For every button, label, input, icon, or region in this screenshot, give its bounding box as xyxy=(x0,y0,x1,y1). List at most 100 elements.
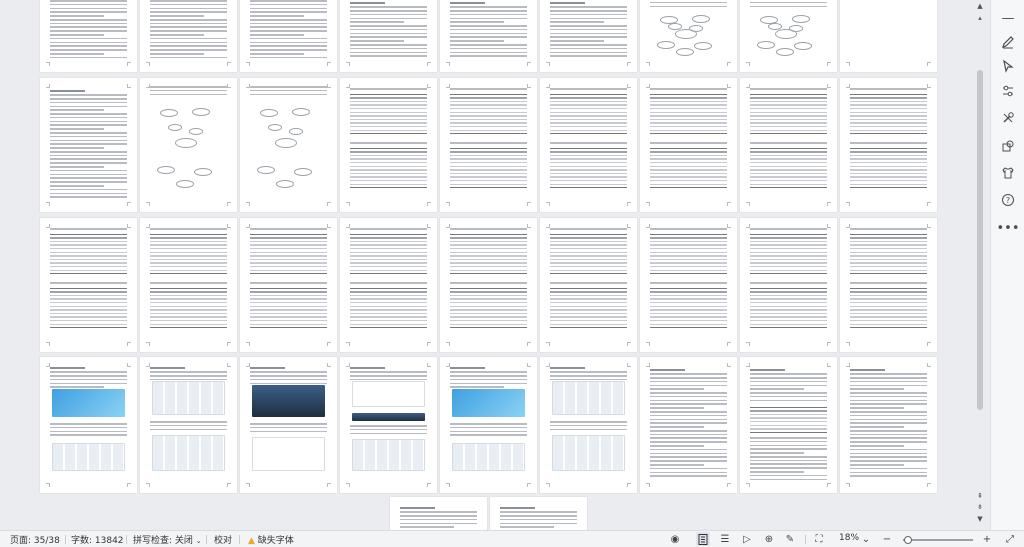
document-page-thumbnail[interactable] xyxy=(440,218,537,352)
zoom-level[interactable]: 18% xyxy=(839,533,859,543)
text-line xyxy=(750,478,827,481)
table-row xyxy=(450,126,527,128)
web-view-icon[interactable]: ⊕ xyxy=(762,532,776,546)
table-row xyxy=(750,255,827,257)
table-row xyxy=(50,320,127,322)
document-page-thumbnail[interactable] xyxy=(240,357,337,493)
document-workspace[interactable] xyxy=(0,0,990,530)
document-page-thumbnail[interactable] xyxy=(840,0,937,72)
document-page-thumbnail[interactable] xyxy=(40,357,137,493)
page-corner-mark xyxy=(827,202,831,206)
zoom-dropdown-icon[interactable]: ⌄ xyxy=(859,532,873,546)
fit-page-icon[interactable]: ⛶ xyxy=(812,532,826,546)
zoom-slider-knob[interactable] xyxy=(904,536,912,544)
text-line xyxy=(350,21,404,23)
document-page-thumbnail[interactable] xyxy=(340,357,437,493)
document-page-thumbnail[interactable] xyxy=(640,357,737,493)
table-row xyxy=(650,312,727,315)
zoom-in-button[interactable]: + xyxy=(980,532,994,546)
table-row xyxy=(150,312,227,315)
page-up-icon[interactable]: ⇞ xyxy=(976,492,984,500)
document-page-thumbnail[interactable] xyxy=(40,78,137,212)
eye-protection-icon[interactable]: ◉ xyxy=(668,532,682,546)
text-lines xyxy=(150,421,227,432)
document-page-thumbnail[interactable] xyxy=(140,357,237,493)
document-page-thumbnail[interactable] xyxy=(40,0,137,72)
select-pointer-icon[interactable] xyxy=(998,56,1018,76)
document-page-thumbnail[interactable] xyxy=(740,357,837,493)
document-page-thumbnail[interactable] xyxy=(740,78,837,212)
document-page-thumbnail[interactable] xyxy=(390,497,487,530)
page-corner-mark xyxy=(627,363,631,367)
text-line xyxy=(650,282,727,284)
document-page-thumbnail[interactable] xyxy=(440,357,537,493)
page-down-icon[interactable]: ⇟ xyxy=(976,503,984,511)
tools-icon[interactable] xyxy=(998,108,1018,128)
text-line xyxy=(550,51,627,54)
text-lines xyxy=(250,367,327,386)
shapes-icon[interactable] xyxy=(998,136,1018,156)
document-page-thumbnail[interactable] xyxy=(340,0,437,72)
missing-font-button[interactable]: ▲ 缺失字体 xyxy=(248,533,294,546)
vertical-scrollbar[interactable]: ▲ ▴ ⇞ ⇟ ▼ xyxy=(974,0,986,530)
help-icon[interactable]: ? xyxy=(998,190,1018,210)
adjust-icon[interactable] xyxy=(998,81,1018,101)
document-page-thumbnail[interactable] xyxy=(40,218,137,352)
play-icon[interactable]: ▷ xyxy=(740,532,754,546)
page-view-icon[interactable] xyxy=(696,532,710,546)
document-page-thumbnail[interactable] xyxy=(640,218,737,352)
document-page-thumbnail[interactable] xyxy=(640,78,737,212)
scroll-up-icon[interactable]: ▲ xyxy=(976,2,984,10)
page-indicator[interactable]: 页面: 35/38 xyxy=(10,533,60,546)
table-row xyxy=(350,180,427,182)
document-page-thumbnail[interactable] xyxy=(140,0,237,72)
document-page-thumbnail[interactable] xyxy=(840,357,937,493)
text-line xyxy=(350,51,427,54)
diagram-figure xyxy=(754,12,823,56)
text-line xyxy=(50,113,127,115)
document-page-thumbnail[interactable] xyxy=(840,78,937,212)
shirt-icon[interactable] xyxy=(998,163,1018,183)
document-page-thumbnail[interactable] xyxy=(240,78,337,212)
minimize-icon[interactable]: — xyxy=(998,8,1018,28)
outline-view-icon[interactable]: ☰ xyxy=(718,532,732,546)
scrollbar-thumb[interactable] xyxy=(977,70,983,410)
document-page-thumbnail[interactable] xyxy=(240,218,337,352)
scroll-down-icon[interactable]: ▼ xyxy=(976,515,984,523)
document-page-thumbnail[interactable] xyxy=(740,218,837,352)
document-page-thumbnail[interactable] xyxy=(540,78,637,212)
document-page-thumbnail[interactable] xyxy=(140,218,237,352)
fullscreen-icon[interactable]: ⤢ xyxy=(1003,532,1017,546)
word-count[interactable]: 字数: 13842 xyxy=(71,533,124,546)
table-row xyxy=(550,240,627,243)
write-mode-icon[interactable]: ✎ xyxy=(783,532,797,546)
document-page-thumbnail[interactable] xyxy=(440,78,537,212)
table-row xyxy=(350,126,427,128)
table-row xyxy=(850,151,927,153)
text-line xyxy=(150,11,227,13)
document-page-thumbnail[interactable] xyxy=(540,218,637,352)
document-page-thumbnail[interactable] xyxy=(740,0,837,72)
proofread-button[interactable]: 校对 xyxy=(214,533,232,546)
zoom-slider[interactable] xyxy=(903,539,973,541)
document-page-thumbnail[interactable] xyxy=(240,0,337,72)
table-row xyxy=(850,312,927,315)
text-line xyxy=(350,142,427,144)
table-row xyxy=(550,316,627,318)
document-page-thumbnail[interactable] xyxy=(540,357,637,493)
document-page-thumbnail[interactable] xyxy=(140,78,237,212)
document-page-thumbnail[interactable] xyxy=(340,78,437,212)
page-corner-mark xyxy=(427,342,431,346)
page-up-icon[interactable]: ▴ xyxy=(976,14,984,22)
document-page-thumbnail[interactable] xyxy=(340,218,437,352)
document-page-thumbnail[interactable] xyxy=(440,0,537,72)
document-page-thumbnail[interactable] xyxy=(640,0,737,72)
spell-check-toggle[interactable]: 拼写检查: 关闭 ⌄ xyxy=(133,533,202,546)
pen-icon[interactable] xyxy=(998,32,1018,52)
document-page-thumbnail[interactable] xyxy=(540,0,637,72)
document-page-thumbnail[interactable] xyxy=(840,218,937,352)
text-line xyxy=(850,142,927,144)
document-page-thumbnail[interactable] xyxy=(490,497,587,530)
more-icon[interactable]: ••• xyxy=(997,218,1020,238)
zoom-out-button[interactable]: − xyxy=(880,532,894,546)
